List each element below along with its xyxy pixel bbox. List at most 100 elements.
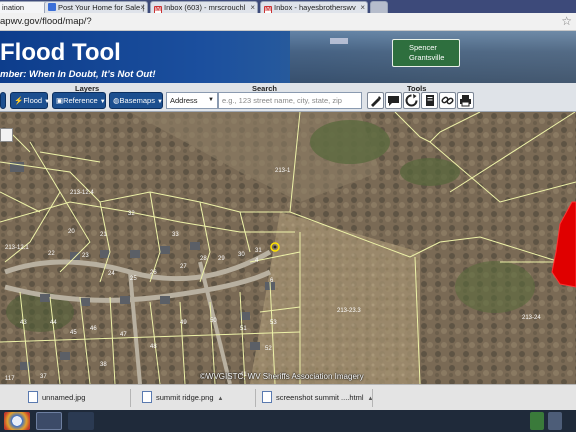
sign-line-grantsville: Grantsville xyxy=(409,53,445,62)
url-text[interactable]: apwv.gov/flood/map/? xyxy=(0,16,92,28)
printer-icon xyxy=(460,95,471,107)
snipping-tool-icon[interactable] xyxy=(36,412,62,430)
downloads-bar: unnamed.jpg summit ridge.png ▲ screenshot… xyxy=(0,384,576,410)
print-tool-button[interactable] xyxy=(457,92,474,109)
refresh-tool-button[interactable] xyxy=(403,92,420,109)
bookmark-star-icon[interactable]: ☆ xyxy=(561,14,572,28)
parcel-label: 25 xyxy=(130,276,137,282)
parcel-label: 32 xyxy=(128,211,135,217)
tab-label: Inbox - hayesbrotherswv xyxy=(274,3,356,12)
tab-gmail-1[interactable]: M Inbox (603) - mrscrouchl × xyxy=(150,1,258,13)
tab-label: Inbox (603) - mrscrouchl xyxy=(164,3,246,12)
tab-label: Post Your Home for Sale | xyxy=(58,3,145,12)
road-sign: Spencer Grantsville xyxy=(392,39,460,67)
chevron-down-icon: ▼ xyxy=(208,97,214,103)
parcel-label: 29 xyxy=(218,256,225,262)
page-subtitle: mber: When In Doubt, It’s Not Out! xyxy=(0,69,156,80)
os-taskbar xyxy=(0,410,576,432)
close-icon[interactable]: × xyxy=(360,2,365,13)
sign-line-spencer: Spencer xyxy=(409,43,437,52)
parcel-label: 31 xyxy=(255,248,262,254)
basemaps-button[interactable]: ◍Basemaps ▼ xyxy=(109,92,163,109)
parcel-label: 45 xyxy=(70,330,77,336)
parcel-label: 30 xyxy=(238,252,245,258)
parcel-label: 49 xyxy=(180,320,187,326)
parcel-label: 50 xyxy=(210,318,217,324)
gmail-icon: M xyxy=(264,6,272,13)
tab-post-home[interactable]: Post Your Home for Sale | × xyxy=(44,1,148,13)
browser-tab-strip: ination × Post Your Home for Sale | × MI… xyxy=(0,0,576,13)
link-icon xyxy=(441,96,454,105)
reference-layer-button[interactable]: ▣Reference ▼ xyxy=(52,92,106,109)
chevron-down-icon: ▼ xyxy=(99,99,106,105)
chrome-icon[interactable] xyxy=(4,412,30,430)
search-type-select[interactable]: Address ▼ xyxy=(166,92,218,109)
comment-tool-button[interactable] xyxy=(385,92,402,109)
download-item[interactable]: unnamed.jpg xyxy=(28,388,85,408)
chevron-down-icon: ▼ xyxy=(156,99,163,105)
map-toolbar: Layers Search Tools ⚡Flood ▼ ▣Reference ▼ … xyxy=(0,83,576,112)
parcel-label: 44 xyxy=(50,320,57,326)
parcel-label: 213-24 xyxy=(522,315,541,321)
search-input[interactable] xyxy=(218,92,362,109)
site-banner: Spencer Grantsville Flood Tool mber: Whe… xyxy=(0,31,576,83)
address-bar[interactable]: apwv.gov/flood/map/? ☆ xyxy=(0,13,576,31)
close-icon[interactable]: × xyxy=(250,2,255,13)
parcel-label: 37 xyxy=(40,374,47,380)
draw-tool-button[interactable] xyxy=(367,92,384,109)
parcel-label: 53 xyxy=(270,320,277,326)
parcel-label: 27 xyxy=(180,264,187,270)
parcel-label: 213-12.1 xyxy=(5,245,29,251)
chevron-down-icon: ▼ xyxy=(44,99,51,105)
home-icon xyxy=(48,3,56,11)
pencil-icon xyxy=(371,96,381,107)
file-icon xyxy=(142,391,152,403)
parcel-label: 213-23.3 xyxy=(337,308,361,314)
parcel-label: 20 xyxy=(68,229,75,235)
page-title: Flood Tool xyxy=(0,39,121,66)
divider xyxy=(372,389,373,407)
aerial-imagery: 213-1 213-12.4 213-12.1 213-23.3 213-24 … xyxy=(0,112,576,384)
parcel-label: 48 xyxy=(150,344,157,350)
sign-decoration xyxy=(330,38,348,44)
download-item[interactable]: summit ridge.png ▲ xyxy=(142,388,223,408)
divider xyxy=(130,389,131,407)
toolbar-left-edge[interactable] xyxy=(0,92,6,109)
parcel-label: 21 xyxy=(100,232,107,238)
parcel-label: 47 xyxy=(120,332,127,338)
parcel-label: 24 xyxy=(108,271,115,277)
map-canvas[interactable]: 213-1 213-12.4 213-12.1 213-23.3 213-24 … xyxy=(0,112,576,384)
parcel-label: 213-12.4 xyxy=(70,190,94,196)
gmail-icon: M xyxy=(154,6,162,13)
parcel-label: 26 xyxy=(150,270,157,276)
document-icon xyxy=(426,95,434,106)
taskbar-app-icon[interactable] xyxy=(68,412,94,430)
parcel-label: 46 xyxy=(90,326,97,332)
refresh-icon xyxy=(405,94,418,107)
lightning-icon: ⚡ xyxy=(14,96,24,105)
close-icon[interactable]: × xyxy=(140,2,145,13)
download-item[interactable]: screenshot summit ....html ▲ xyxy=(262,388,373,408)
parcel-label: 28 xyxy=(200,256,207,262)
tray-icon[interactable] xyxy=(530,412,544,430)
file-icon xyxy=(28,391,38,403)
file-icon xyxy=(262,391,272,403)
parcel-label: 22 xyxy=(48,251,55,257)
parcel-label: 23 xyxy=(82,253,89,259)
parcel-label: 52 xyxy=(265,346,272,352)
parcel-label: 38 xyxy=(100,362,107,368)
tab-gmail-2[interactable]: M Inbox - hayesbrotherswv × xyxy=(260,1,368,13)
tray-icon[interactable] xyxy=(548,412,562,430)
chevron-down-icon[interactable]: ▲ xyxy=(218,396,224,402)
parcel-label: 213-1 xyxy=(275,168,291,174)
document-tool-button[interactable] xyxy=(421,92,438,109)
flood-layer-button[interactable]: ⚡Flood ▼ xyxy=(10,92,51,109)
divider xyxy=(255,389,256,407)
link-tool-button[interactable] xyxy=(439,92,456,109)
parcel-label: 43 xyxy=(20,320,27,326)
map-zoom-control[interactable] xyxy=(0,128,13,142)
new-tab-button[interactable] xyxy=(370,1,388,13)
parcel-label: 117 xyxy=(5,376,15,382)
parcel-label: 33 xyxy=(172,232,179,238)
tab-label: ination xyxy=(2,3,25,12)
